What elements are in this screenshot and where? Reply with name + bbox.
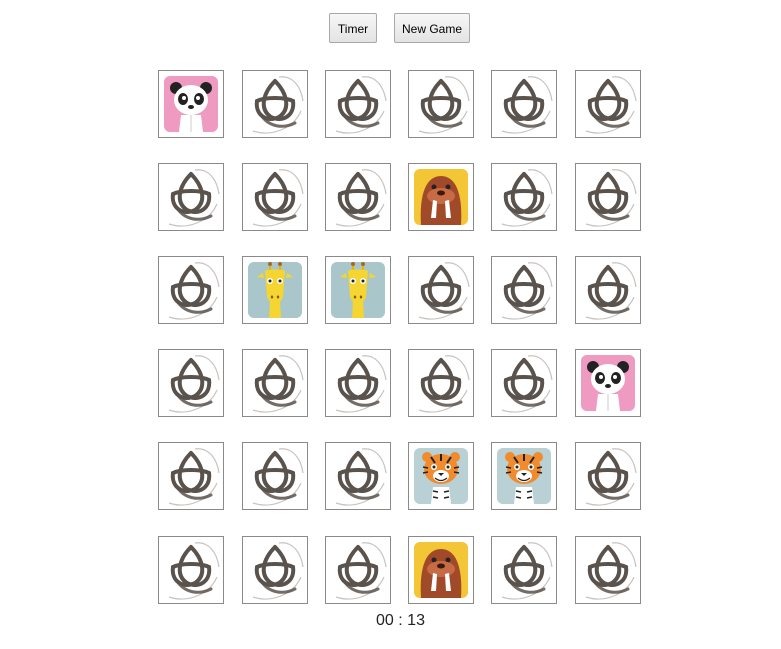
- card-r1-c2[interactable]: [242, 70, 308, 138]
- card-r4-c6[interactable]: [575, 349, 641, 417]
- card-r3-c1[interactable]: [158, 256, 224, 324]
- card-r5-c1[interactable]: [158, 442, 224, 510]
- card-r3-c4[interactable]: [408, 256, 474, 324]
- card-r2-c1[interactable]: [158, 163, 224, 231]
- card-r4-c2[interactable]: [242, 349, 308, 417]
- card-r1-c5[interactable]: [491, 70, 557, 138]
- card-r2-c4[interactable]: [408, 163, 474, 231]
- timer-display: 00 : 13: [376, 612, 425, 629]
- card-r1-c1[interactable]: [158, 70, 224, 138]
- card-r2-c2[interactable]: [242, 163, 308, 231]
- card-r3-c3[interactable]: [325, 256, 391, 324]
- card-r3-c5[interactable]: [491, 256, 557, 324]
- card-r1-c4[interactable]: [408, 70, 474, 138]
- card-r6-c1[interactable]: [158, 536, 224, 604]
- card-r3-c2[interactable]: [242, 256, 308, 324]
- card-r4-c3[interactable]: [325, 349, 391, 417]
- card-r5-c4[interactable]: [408, 442, 474, 510]
- card-r6-c6[interactable]: [575, 536, 641, 604]
- card-r6-c2[interactable]: [242, 536, 308, 604]
- game-board: [0, 0, 781, 649]
- card-r5-c6[interactable]: [575, 442, 641, 510]
- card-r2-c6[interactable]: [575, 163, 641, 231]
- card-r5-c3[interactable]: [325, 442, 391, 510]
- card-r1-c6[interactable]: [575, 70, 641, 138]
- card-r3-c6[interactable]: [575, 256, 641, 324]
- card-r6-c3[interactable]: [325, 536, 391, 604]
- card-r1-c3[interactable]: [325, 70, 391, 138]
- card-r4-c4[interactable]: [408, 349, 474, 417]
- card-r5-c5[interactable]: [491, 442, 557, 510]
- card-r4-c5[interactable]: [491, 349, 557, 417]
- card-r5-c2[interactable]: [242, 442, 308, 510]
- card-r6-c4[interactable]: [408, 536, 474, 604]
- card-r6-c5[interactable]: [491, 536, 557, 604]
- card-r4-c1[interactable]: [158, 349, 224, 417]
- card-r2-c3[interactable]: [325, 163, 391, 231]
- card-r2-c5[interactable]: [491, 163, 557, 231]
